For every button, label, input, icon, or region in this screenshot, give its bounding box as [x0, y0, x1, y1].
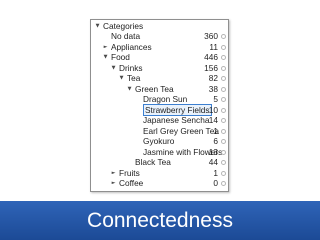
- circle-icon: [221, 34, 226, 39]
- tree-row-count: 44: [208, 157, 218, 167]
- circle-icon: [221, 76, 226, 81]
- tree-row-count: 0: [213, 178, 218, 188]
- circle-icon: [221, 65, 226, 71]
- tree-row[interactable]: ▼ Green Tea 38: [91, 84, 228, 95]
- tree-row[interactable]: ▼ Tea 82: [91, 73, 228, 84]
- tree-row-label: Categories: [103, 20, 144, 31]
- banner-title: Connectedness: [87, 209, 233, 232]
- circle-icon: [221, 170, 226, 176]
- tree-row-count: 10: [208, 104, 218, 115]
- circle-icon: [221, 181, 226, 186]
- tree-row-count: 446: [204, 52, 218, 62]
- tree-row-label: Gyokuro: [143, 136, 175, 146]
- circle-icon: [221, 118, 226, 123]
- tree-row-label: No data: [111, 31, 141, 41]
- tree-row[interactable]: Earl Grey Green Tea 1: [91, 126, 228, 137]
- tree-row-label: Green Tea: [135, 83, 174, 94]
- footer-banner: Connectedness: [0, 201, 320, 240]
- tree-row[interactable]: No data 360: [91, 31, 228, 42]
- tree-row-count: 1: [213, 167, 218, 178]
- expand-right-icon[interactable]: ►: [110, 168, 117, 179]
- circle-icon: [221, 97, 226, 102]
- tree-row[interactable]: ▼ Food 446: [91, 52, 228, 63]
- tree-row-label: Fruits: [119, 167, 140, 178]
- tree-row-label: Black Tea: [135, 157, 171, 167]
- expand-down-icon[interactable]: ▼: [126, 84, 133, 95]
- circle-icon: [221, 139, 226, 144]
- expand-right-icon[interactable]: ►: [110, 178, 117, 189]
- tree-row-count: 82: [208, 73, 218, 83]
- tree-row-label: Tea: [127, 73, 141, 83]
- circle-icon: [221, 86, 226, 92]
- tree-row-count: 6: [213, 136, 218, 146]
- tree-row[interactable]: Japanese Sencha 14: [91, 115, 228, 126]
- tree-row[interactable]: ▼ Drinks 156: [91, 63, 228, 74]
- tree-row-count: 14: [208, 115, 218, 125]
- expand-down-icon[interactable]: ▼: [94, 21, 101, 32]
- tree-row[interactable]: Black Tea 44: [91, 157, 228, 168]
- circle-icon: [221, 55, 226, 60]
- circle-icon: [221, 149, 226, 155]
- tree-row-count: 11: [209, 41, 218, 52]
- tree-row[interactable]: ► Coffee 0: [91, 178, 228, 189]
- tree-row-label: Food: [111, 52, 130, 62]
- tree-row-label: Appliances: [111, 41, 152, 52]
- circle-icon: [221, 44, 226, 50]
- tree-row[interactable]: Gyokuro 6: [91, 136, 228, 147]
- expand-down-icon[interactable]: ▼: [102, 52, 109, 63]
- tree-row-count: 156: [204, 62, 218, 73]
- tree-row-label: Dragon Sun: [143, 94, 188, 104]
- category-tree-panel: ▼ Categories No data 360 ► Appliances 11 ▼ Food 4…: [90, 19, 229, 192]
- circle-icon: [221, 160, 226, 165]
- circle-icon: [221, 128, 226, 134]
- tree-row[interactable]: Strawberry Fields 10: [91, 103, 228, 116]
- tree-row-label: Coffee: [119, 178, 144, 188]
- tree-row-count: 38: [208, 83, 218, 94]
- tree-row[interactable]: ► Appliances 11: [91, 42, 228, 53]
- expand-right-icon[interactable]: ►: [102, 42, 109, 53]
- expand-down-icon[interactable]: ▼: [110, 63, 117, 74]
- tree-row-count: 360: [204, 31, 218, 41]
- tree-root-row[interactable]: ▼ Categories: [91, 21, 228, 32]
- tree-row[interactable]: Jasmine with Flowers 13: [91, 147, 228, 158]
- tree-row[interactable]: ► Fruits 1: [91, 168, 228, 179]
- tree-row-count: 1: [213, 125, 218, 136]
- tree-row-label: Drinks: [119, 62, 143, 73]
- expand-down-icon[interactable]: ▼: [118, 73, 125, 84]
- circle-icon: [221, 107, 226, 113]
- tree-row-count: 13: [208, 146, 218, 157]
